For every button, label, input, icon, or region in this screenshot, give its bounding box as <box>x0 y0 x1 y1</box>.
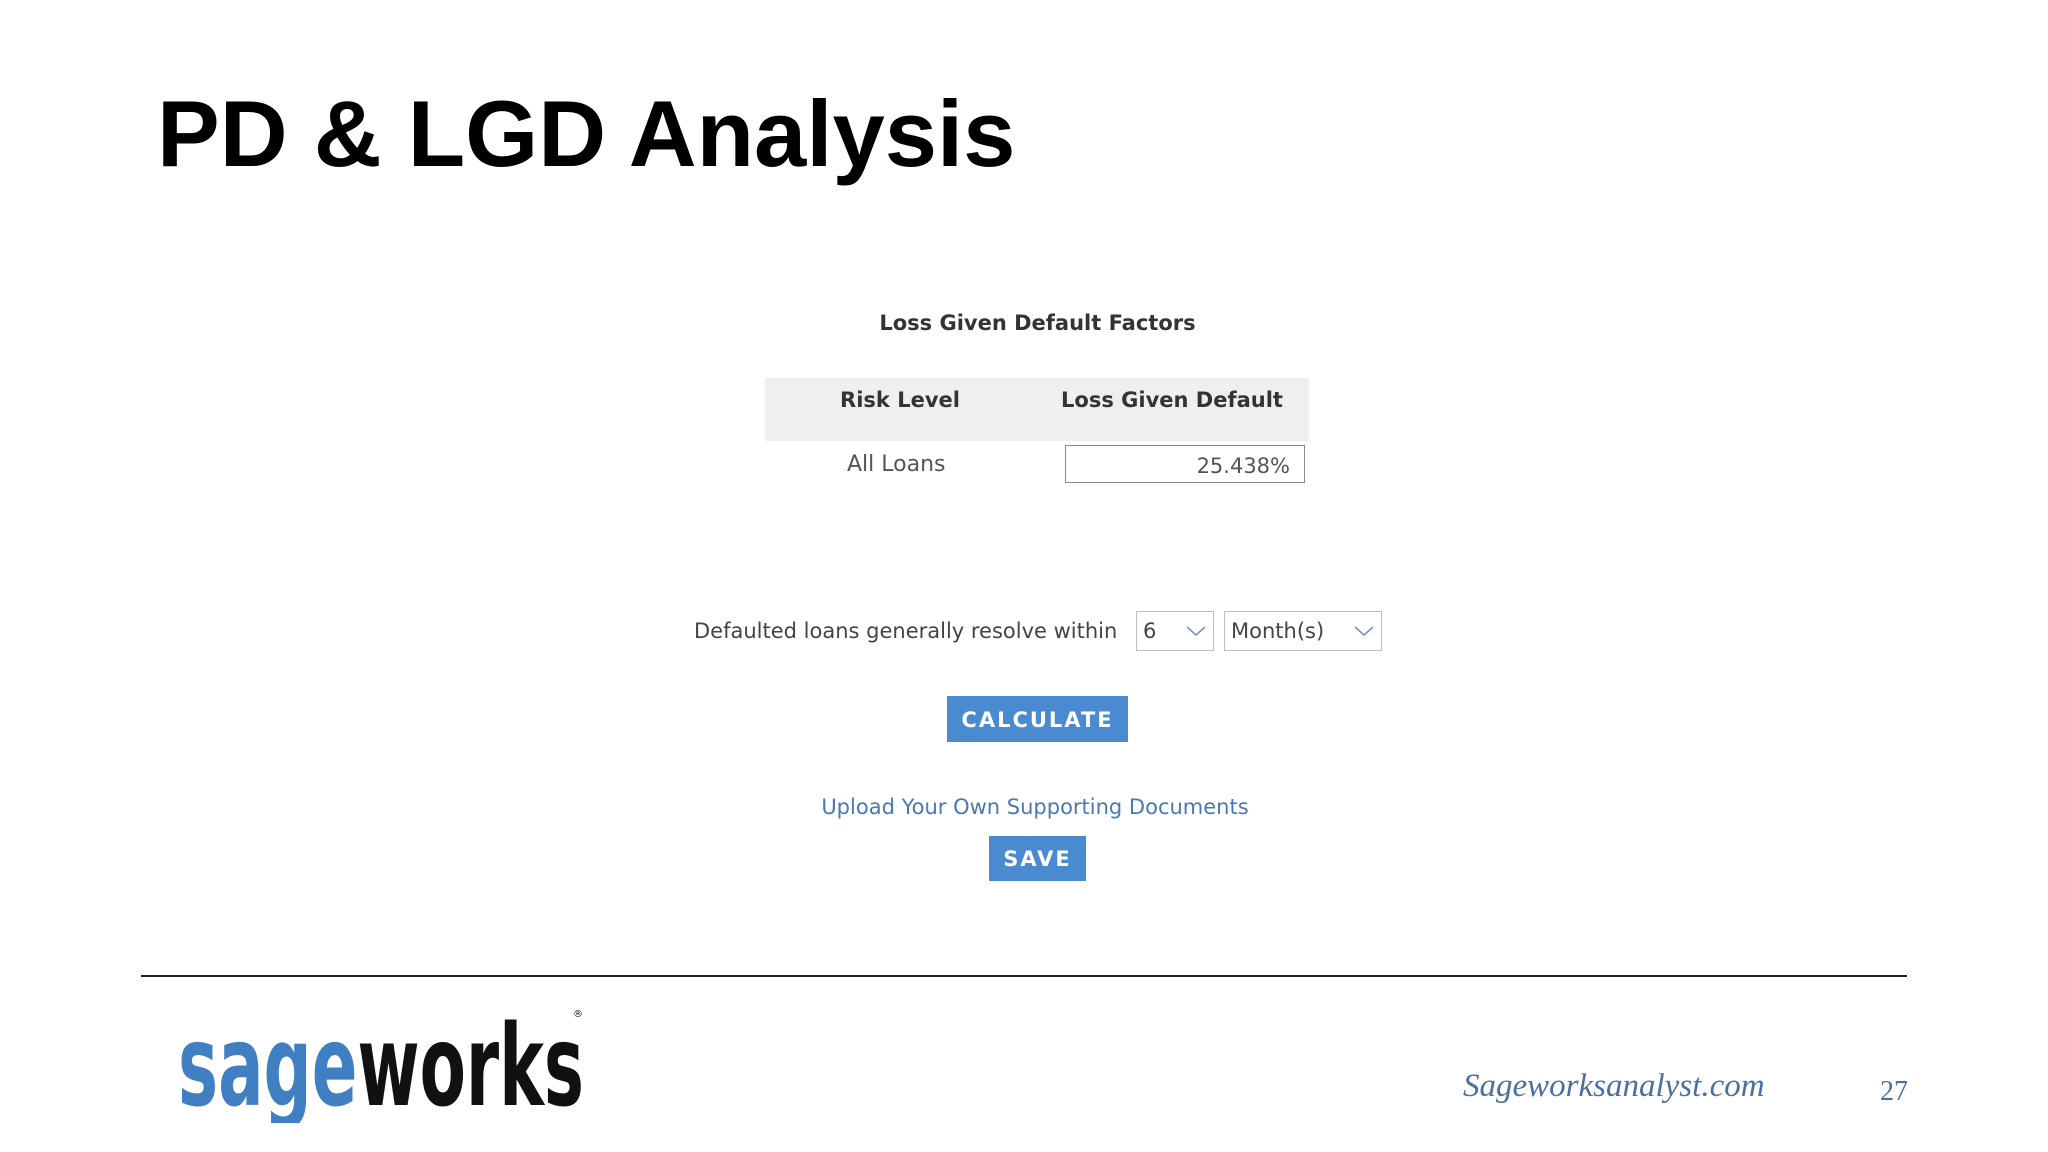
column-header-loss-given-default: Loss Given Default <box>1061 388 1283 412</box>
resolve-period-label: Defaulted loans generally resolve within <box>694 619 1118 643</box>
risk-level-cell: All Loans <box>847 452 946 477</box>
loss-given-default-field[interactable]: 25.438% <box>1065 445 1305 483</box>
sageworks-logo: sageworks ® <box>178 1002 584 1123</box>
resolve-unit-value: Month(s) <box>1231 619 1325 643</box>
save-button[interactable]: SAVE <box>989 836 1086 881</box>
section-title: Loss Given Default Factors <box>879 311 1196 335</box>
resolve-number-select[interactable]: 6 <box>1136 611 1214 651</box>
chevron-down-icon <box>1186 626 1206 637</box>
column-header-risk-level: Risk Level <box>840 388 960 412</box>
upload-documents-link[interactable]: Upload Your Own Supporting Documents <box>0 795 2048 819</box>
footer-divider <box>141 975 1907 977</box>
resolve-period-row: Defaulted loans generally resolve within… <box>0 611 2048 651</box>
resolve-unit-select[interactable]: Month(s) <box>1224 611 1382 651</box>
footer-website[interactable]: Sageworksanalyst.com <box>1463 1068 1765 1105</box>
lgd-table: Risk Level Loss Given Default <box>765 378 1309 441</box>
table-header: Risk Level Loss Given Default <box>765 378 1309 441</box>
resolve-number-value: 6 <box>1143 619 1157 643</box>
chevron-down-icon <box>1354 626 1374 637</box>
lgd-panel: Loss Given Default Factors Risk Level Lo… <box>0 0 2048 1152</box>
svg-text:®: ® <box>573 1009 583 1020</box>
svg-text:sageworks: sageworks <box>178 1002 584 1123</box>
page-number: 27 <box>1880 1076 1908 1107</box>
calculate-button[interactable]: CALCULATE <box>947 696 1128 742</box>
